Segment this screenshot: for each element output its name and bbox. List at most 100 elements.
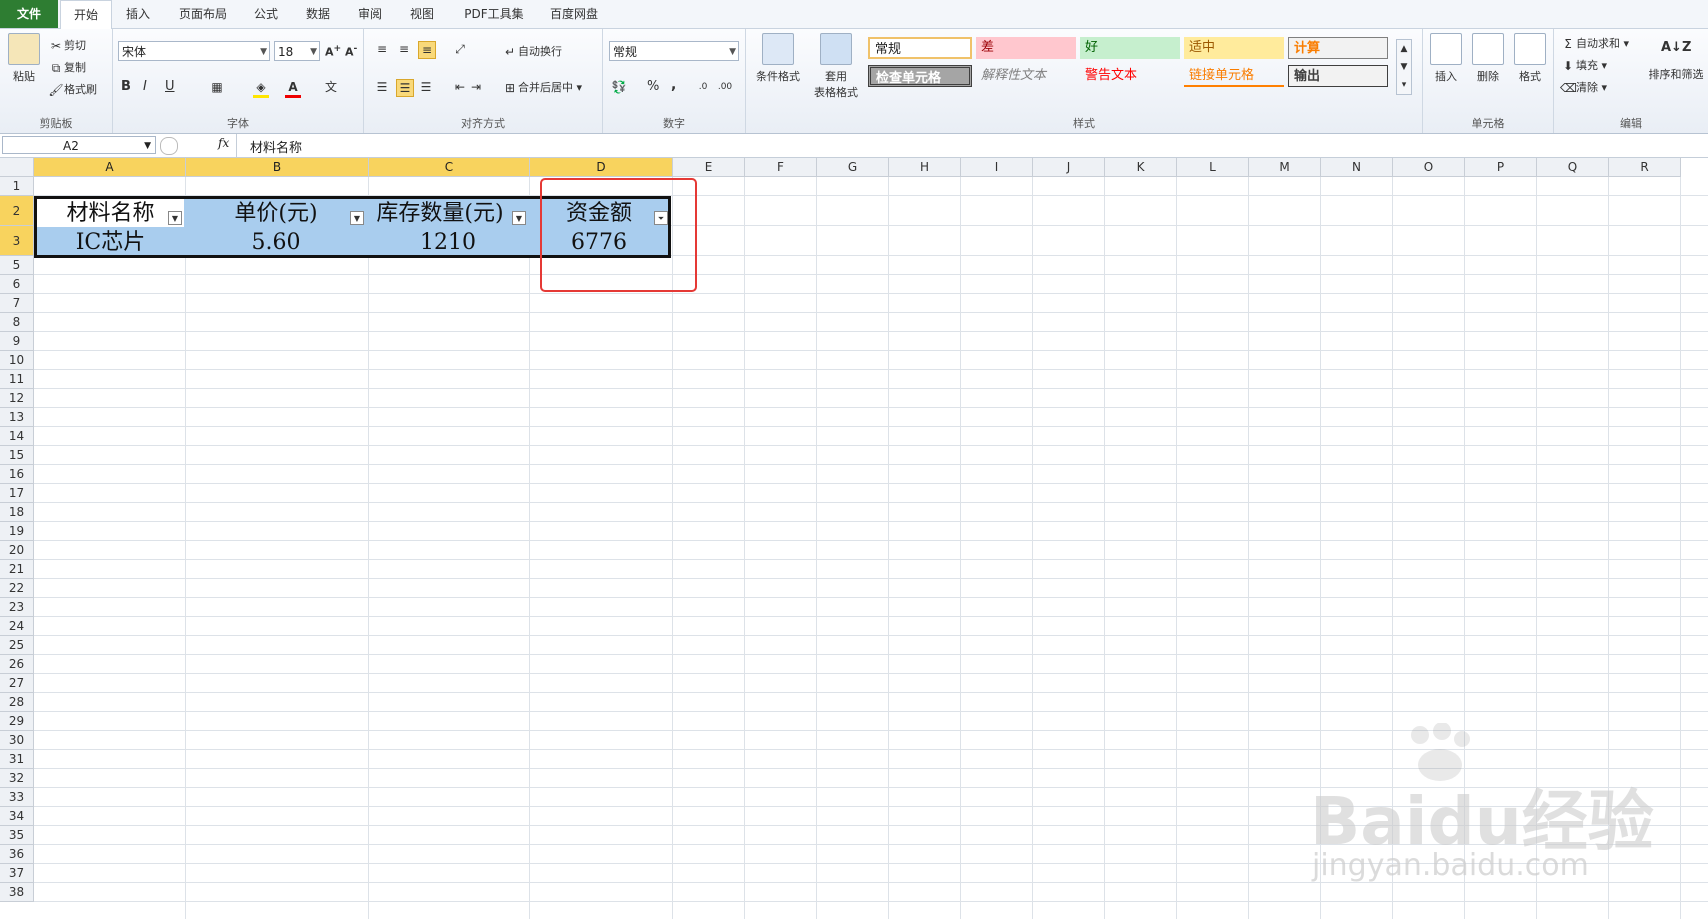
clear-button[interactable]: ⌫清除 ▾ — [1560, 79, 1607, 96]
format-cells-button[interactable]: 格式 — [1511, 33, 1549, 84]
font-name-select[interactable]: 宋体 ▼ — [118, 41, 270, 61]
name-box[interactable]: A2 ▼ — [2, 136, 156, 154]
align-top-button[interactable]: ≡ — [374, 41, 390, 57]
copy-button[interactable]: ⧉ 复制 — [48, 59, 86, 76]
select-all-corner[interactable] — [0, 158, 34, 177]
row-header-36[interactable]: 36 — [0, 845, 34, 864]
increase-decimal-button[interactable]: .0 — [695, 79, 711, 95]
column-header-b[interactable]: B — [186, 158, 369, 177]
style-good[interactable]: 好 — [1080, 37, 1180, 59]
phonetic-button[interactable]: 文 — [323, 79, 339, 95]
filter-dropdown-icon[interactable]: ▼ — [168, 211, 182, 225]
column-header-n[interactable]: N — [1321, 158, 1393, 177]
column-header-j[interactable]: J — [1033, 158, 1105, 177]
style-neutral[interactable]: 适中 — [1184, 37, 1284, 59]
column-header-q[interactable]: Q — [1537, 158, 1609, 177]
row-header-16[interactable]: 16 — [0, 465, 34, 484]
tab-home[interactable]: 开始 — [60, 0, 112, 30]
function-icon[interactable]: fx — [218, 136, 229, 150]
paste-button[interactable]: 粘贴 — [6, 33, 42, 84]
grow-font-button[interactable]: A+ A- — [325, 43, 357, 59]
italic-button[interactable]: I — [143, 79, 147, 94]
row-header-19[interactable]: 19 — [0, 522, 34, 541]
percent-button[interactable]: % — [647, 79, 659, 94]
column-header-d[interactable]: D — [530, 158, 673, 177]
column-header-e[interactable]: E — [673, 158, 745, 177]
filter-dropdown-icon[interactable]: ▼ — [512, 211, 526, 225]
delete-cells-button[interactable]: 删除 — [1469, 33, 1507, 84]
tab-insert[interactable]: 插入 — [118, 0, 158, 28]
sort-filter-button[interactable]: A↓Z 排序和筛选 — [1644, 33, 1708, 82]
row-header-37[interactable]: 37 — [0, 864, 34, 883]
row-header-20[interactable]: 20 — [0, 541, 34, 560]
row-header-33[interactable]: 33 — [0, 788, 34, 807]
row-header-2[interactable]: 2 — [0, 196, 34, 226]
decrease-decimal-button[interactable]: .00 — [717, 79, 733, 95]
row-header-1[interactable]: 1 — [0, 177, 34, 196]
row-header-28[interactable]: 28 — [0, 693, 34, 712]
row-header-15[interactable]: 15 — [0, 446, 34, 465]
row-header-26[interactable]: 26 — [0, 655, 34, 674]
style-warning[interactable]: 警告文本 — [1080, 65, 1180, 87]
style-bad[interactable]: 差 — [976, 37, 1076, 59]
fill-color-button[interactable]: ◈ — [253, 79, 269, 98]
tab-view[interactable]: 视图 — [402, 0, 442, 28]
row-header-24[interactable]: 24 — [0, 617, 34, 636]
cell-unit-price[interactable]: 5.60 — [185, 229, 367, 256]
column-header-i[interactable]: I — [961, 158, 1033, 177]
column-header-f[interactable]: F — [745, 158, 817, 177]
align-left-button[interactable]: ☰ — [374, 79, 390, 95]
formula-input[interactable]: 材料名称 — [250, 137, 302, 156]
font-color-button[interactable]: A — [285, 79, 301, 98]
autosum-button[interactable]: Σ 自动求和 ▾ — [1560, 35, 1629, 52]
insert-cells-button[interactable]: 插入 — [1427, 33, 1465, 84]
column-header-p[interactable]: P — [1465, 158, 1537, 177]
row-header-38[interactable]: 38 — [0, 883, 34, 902]
column-header-a[interactable]: A — [34, 158, 186, 177]
row-header-23[interactable]: 23 — [0, 598, 34, 617]
cell-material-name[interactable]: IC芯片 — [37, 229, 184, 256]
row-header-3[interactable]: 3 — [0, 226, 34, 256]
currency-button[interactable]: 💱 — [611, 79, 627, 95]
style-normal[interactable]: 常规 — [868, 37, 972, 59]
style-check-cell[interactable]: 检查单元格 — [868, 65, 972, 87]
align-right-button[interactable]: ☰ — [418, 79, 434, 95]
border-button[interactable]: ▦ — [209, 79, 225, 95]
row-header-30[interactable]: 30 — [0, 731, 34, 750]
row-header-12[interactable]: 12 — [0, 389, 34, 408]
style-linked-cell[interactable]: 链接单元格 — [1184, 65, 1284, 87]
comma-button[interactable]: , — [671, 77, 676, 93]
styles-scroll[interactable]: ▲ ▼ ▾ — [1396, 39, 1412, 95]
wrap-text-button[interactable]: ↵ 自动换行 — [502, 43, 562, 60]
cut-button[interactable]: ✂ 剪切 — [48, 37, 86, 54]
conditional-format-button[interactable]: 条件格式 — [750, 33, 806, 84]
column-header-m[interactable]: M — [1249, 158, 1321, 177]
row-header-13[interactable]: 13 — [0, 408, 34, 427]
column-header-l[interactable]: L — [1177, 158, 1249, 177]
tab-file[interactable]: 文件 — [0, 0, 58, 28]
fill-button[interactable]: ⬇ 填充 ▾ — [1560, 57, 1607, 74]
row-header-27[interactable]: 27 — [0, 674, 34, 693]
column-header-o[interactable]: O — [1393, 158, 1465, 177]
header-stock-qty[interactable]: 库存数量(元) — [368, 199, 528, 227]
worksheet-grid[interactable]: ABCDEFGHIJKLMNOPQR 1 2 3 5 6 7 8 9 10 11 12 13 14 15 1… — [0, 158, 1708, 919]
row-header-7[interactable]: 7 — [0, 294, 34, 313]
tab-page-layout[interactable]: 页面布局 — [168, 0, 238, 28]
row-header-6[interactable]: 6 — [0, 275, 34, 294]
row-header-21[interactable]: 21 — [0, 560, 34, 579]
merge-center-button[interactable]: ⊞ 合并后居中 ▾ — [502, 79, 582, 96]
font-size-select[interactable]: 18 ▼ — [274, 41, 320, 61]
style-calculation[interactable]: 计算 — [1288, 37, 1388, 59]
row-header-35[interactable]: 35 — [0, 826, 34, 845]
row-header-11[interactable]: 11 — [0, 370, 34, 389]
header-unit-price[interactable]: 单价(元) — [185, 199, 367, 227]
orientation-button[interactable]: ⤢ — [452, 41, 468, 57]
tab-data[interactable]: 数据 — [298, 0, 338, 28]
align-bottom-button[interactable]: ≡ — [418, 41, 436, 59]
align-middle-button[interactable]: ≡ — [396, 41, 412, 57]
column-header-k[interactable]: K — [1105, 158, 1177, 177]
row-header-29[interactable]: 29 — [0, 712, 34, 731]
row-header-14[interactable]: 14 — [0, 427, 34, 446]
column-header-g[interactable]: G — [817, 158, 889, 177]
tab-formulas[interactable]: 公式 — [246, 0, 286, 28]
